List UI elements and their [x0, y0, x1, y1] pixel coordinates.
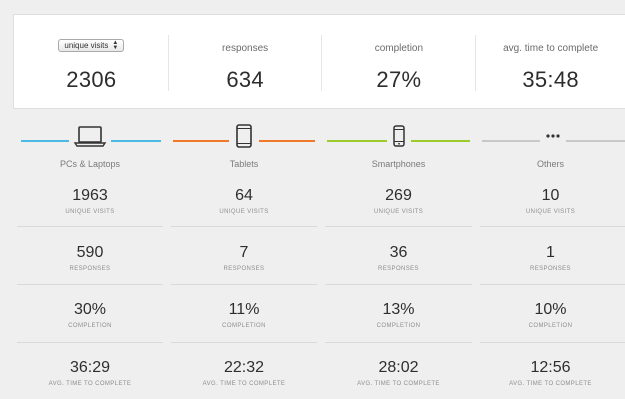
avg-time-metric: 36:29 AVG. TIME TO COMPLETE: [13, 359, 167, 387]
summary-card: unique visits ▲ ▼ 2306 responses 634 comp…: [13, 14, 625, 109]
metric-label: AVG. TIME TO COMPLETE: [48, 381, 132, 387]
device-column-others: Others 10 UNIQUE VISITS 1 RESPONSES 10% …: [476, 109, 625, 399]
metric-label: COMPLETION: [222, 323, 266, 329]
metric-label: UNIQUE VISITS: [65, 209, 115, 215]
divider: [480, 342, 625, 343]
divider: [325, 226, 472, 227]
metric-value: 13%: [382, 301, 415, 318]
summary-avg-time: avg. time to complete 35:48: [476, 15, 625, 108]
metric-value: 590: [76, 244, 104, 261]
unique-visits-metric: 1963 UNIQUE VISITS: [13, 187, 167, 215]
device-name: Smartphones: [371, 159, 426, 169]
metric-value: 12:56: [530, 359, 571, 376]
laptop-icon: [73, 126, 107, 147]
divider: [325, 284, 472, 285]
avg-time-metric: 12:56 AVG. TIME TO COMPLETE: [476, 359, 625, 387]
metric-value: 64: [235, 187, 253, 204]
divider: [17, 342, 163, 343]
metric-label: AVG. TIME TO COMPLETE: [202, 381, 286, 387]
summary-value: 35:48: [522, 67, 579, 92]
summary-value: 634: [226, 67, 264, 92]
avg-time-metric: 22:32 AVG. TIME TO COMPLETE: [167, 359, 321, 387]
summary-value: 2306: [66, 67, 117, 92]
metric-label: COMPLETION: [376, 323, 421, 329]
metric-value: 11%: [228, 301, 260, 318]
divider: [171, 342, 317, 343]
summary-completion: completion 27%: [322, 15, 477, 108]
summary-label: responses: [222, 43, 269, 54]
device-name: PCs & Laptops: [59, 159, 121, 169]
responses-metric: 590 RESPONSES: [13, 244, 167, 272]
avg-time-metric: 28:02 AVG. TIME TO COMPLETE: [321, 359, 476, 387]
metric-label: RESPONSES: [378, 266, 419, 272]
metric-label: COMPLETION: [528, 323, 573, 329]
unique-visits-metric: 10 UNIQUE VISITS: [476, 187, 625, 215]
divider: [171, 284, 317, 285]
metric-value: 36: [389, 244, 408, 261]
device-column-pcs: PCs & Laptops 1963 UNIQUE VISITS 590 RES…: [13, 109, 167, 399]
metric-value: 7: [239, 244, 249, 261]
metric-select[interactable]: unique visits ▲ ▼: [58, 39, 125, 52]
divider: [480, 284, 625, 285]
completion-metric: 10% COMPLETION: [476, 301, 625, 329]
unique-visits-metric: 64 UNIQUE VISITS: [167, 187, 321, 215]
metric-value: 22:32: [223, 359, 265, 376]
summary-responses: responses 634: [169, 15, 322, 108]
divider: [480, 226, 625, 227]
more-dots-icon: [546, 134, 560, 138]
responses-metric: 7 RESPONSES: [167, 244, 321, 272]
completion-metric: 30% COMPLETION: [13, 301, 167, 329]
metric-value: 30%: [73, 301, 107, 318]
metric-label: RESPONSES: [69, 266, 111, 272]
tablet-icon: [236, 124, 252, 148]
divider: [171, 226, 317, 227]
metric-label: UNIQUE VISITS: [219, 209, 269, 215]
summary-label: completion: [374, 43, 424, 54]
summary-value: 27%: [376, 67, 422, 92]
select-arrows-icon: ▲ ▼: [112, 39, 119, 51]
device-name: Others: [536, 159, 564, 169]
metric-value: 36:29: [69, 359, 111, 376]
metric-value: 1963: [72, 187, 108, 204]
device-name: Tablets: [229, 159, 259, 169]
metric-value: 269: [385, 187, 412, 204]
divider: [17, 284, 163, 285]
metric-label: COMPLETION: [68, 323, 112, 329]
metric-value: 28:02: [378, 359, 419, 376]
metric-label: UNIQUE VISITS: [373, 209, 424, 215]
divider: [17, 226, 163, 227]
metric-value: 10: [541, 187, 560, 204]
device-column-smartphones: Smartphones 269 UNIQUE VISITS 36 RESPONS…: [321, 109, 476, 399]
device-column-tablets: Tablets 64 UNIQUE VISITS 7 RESPONSES 11%…: [167, 109, 321, 399]
smartphone-icon: [393, 125, 405, 147]
unique-visits-metric: 269 UNIQUE VISITS: [321, 187, 476, 215]
metric-value: 1: [546, 244, 555, 261]
metric-select-value: unique visits: [64, 40, 109, 50]
divider: [325, 342, 472, 343]
metric-label: RESPONSES: [223, 266, 265, 272]
responses-metric: 1 RESPONSES: [476, 244, 625, 272]
metric-label: RESPONSES: [530, 266, 571, 272]
metric-value: 10%: [534, 301, 567, 318]
summary-label: avg. time to complete: [503, 43, 599, 54]
responses-metric: 36 RESPONSES: [321, 244, 476, 272]
completion-metric: 13% COMPLETION: [321, 301, 476, 329]
metric-label: AVG. TIME TO COMPLETE: [357, 381, 440, 387]
completion-metric: 11% COMPLETION: [167, 301, 321, 329]
metric-label: AVG. TIME TO COMPLETE: [509, 381, 592, 387]
device-breakdown: PCs & Laptops 1963 UNIQUE VISITS 590 RES…: [13, 109, 625, 399]
summary-unique-visits: unique visits ▲ ▼ 2306: [14, 15, 169, 108]
metric-label: UNIQUE VISITS: [525, 209, 576, 215]
